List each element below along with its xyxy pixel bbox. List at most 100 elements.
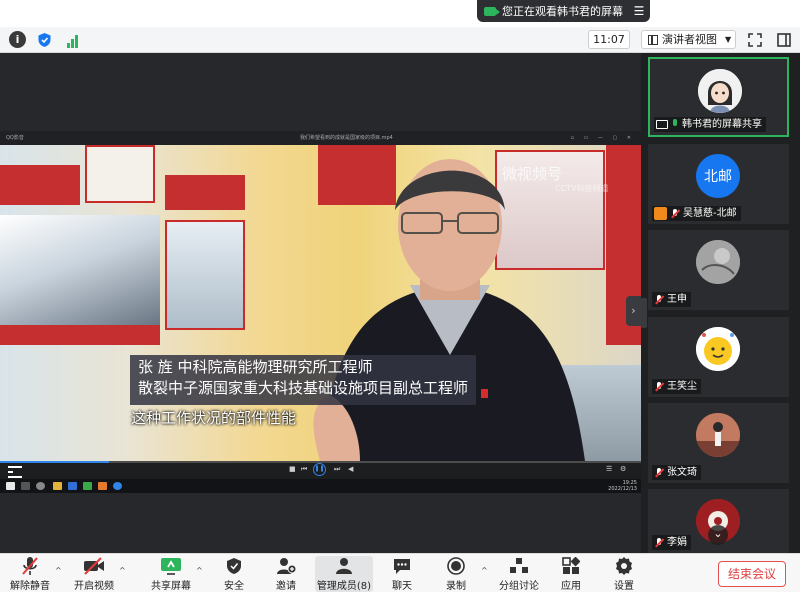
mic-muted-icon <box>654 467 664 479</box>
fullscreen-icon[interactable] <box>746 31 763 48</box>
camera-icon <box>484 6 500 16</box>
manage-members-button[interactable]: 管理成员(8) <box>315 556 373 592</box>
user-badge-icon <box>654 207 667 220</box>
participant-label: 李娟 <box>652 535 691 550</box>
invite-button[interactable]: 邀请 <box>270 556 302 592</box>
previous-icon[interactable]: ⏮ <box>301 465 307 474</box>
system-clock: 19:25 2022/12/13 <box>608 480 637 492</box>
unmute-button[interactable]: 解除静音 <box>8 556 52 592</box>
mic-muted-icon <box>654 294 664 306</box>
chevron-up-icon[interactable]: ^ <box>481 566 488 575</box>
avatar <box>698 69 742 113</box>
mic-muted-icon <box>670 208 680 220</box>
channel-watermark: 微视频号 <box>502 165 563 183</box>
pause-icon[interactable]: ❚❚ <box>313 463 326 476</box>
meeting-time: 11:07 <box>588 30 630 49</box>
channel-watermark-sub: CCTV科技频道 <box>555 184 609 193</box>
video-off-icon <box>83 556 105 576</box>
clock-date: 2022/12/13 <box>608 486 637 492</box>
stop-icon[interactable]: ■ <box>289 465 296 473</box>
mountain-poster <box>0 215 160 325</box>
start-video-label: 开启视频 <box>74 581 114 592</box>
next-icon[interactable]: ⏭ <box>334 465 340 474</box>
playlist-icon[interactable]: ☰ <box>606 465 612 473</box>
search-icon[interactable] <box>21 482 30 490</box>
shield-icon[interactable] <box>36 31 53 48</box>
video-frame: 张 旌 中科院高能物理研究所工程师 散裂中子源国家重大科技基础设施项目副总工程师… <box>0 145 641 461</box>
record-button[interactable]: 录制 <box>440 556 472 592</box>
playback-progress-fill <box>0 461 109 463</box>
start-video-button[interactable]: 开启视频 <box>72 556 116 592</box>
microphone-icon <box>671 119 679 130</box>
app-icon[interactable] <box>68 482 77 490</box>
player-file-name: 我们希望看到的成就是国家级的项目.mp4 <box>300 135 393 141</box>
avatar <box>696 240 740 284</box>
chat-button[interactable]: 聊天 <box>386 556 418 592</box>
record-icon <box>445 556 467 576</box>
participant-tile[interactable]: ⌄ 李娟 <box>648 489 789 553</box>
share-screen-icon <box>160 556 182 576</box>
participant-label: 王笑尘 <box>652 379 701 394</box>
security-button[interactable]: 安全 <box>218 556 250 592</box>
task-view-icon[interactable] <box>36 482 45 490</box>
share-banner-text: 您正在观看韩书君的屏幕 <box>502 5 623 18</box>
wechat-icon[interactable] <box>83 482 92 490</box>
participant-label: 张文琦 <box>652 465 701 480</box>
info-icon[interactable]: i <box>9 31 26 48</box>
caption-name-title: 张 旌 中科院高能物理研究所工程师 <box>138 358 373 376</box>
top-strip <box>0 0 800 27</box>
manage-members-label: 管理成员(8) <box>316 581 372 592</box>
participant-name: 韩书君的屏幕共享 <box>682 119 762 130</box>
chevron-up-icon[interactable]: ^ <box>119 566 126 575</box>
settings-button[interactable]: 设置 <box>608 556 640 592</box>
remote-taskbar: 19:25 2022/12/13 <box>0 479 641 493</box>
video-subtitle: 这种工作状况的部件性能 <box>131 409 297 427</box>
folder-icon[interactable] <box>53 482 62 490</box>
player-window-controls[interactable]: ▫ ▭ — ▢ ✕ <box>571 131 635 145</box>
gear-icon <box>613 556 635 576</box>
avatar: 北邮 <box>696 154 740 198</box>
participant-tile-sharer[interactable]: 韩书君的屏幕共享 <box>648 57 789 137</box>
participant-tile[interactable]: 北邮 吴慧慈-北邮 <box>648 144 789 224</box>
breakout-button[interactable]: 分组讨论 <box>497 556 541 592</box>
menu-icon[interactable]: ☰ <box>628 4 650 18</box>
avatar <box>696 327 740 371</box>
side-panel-icon[interactable] <box>775 31 792 48</box>
meeting-toolbar: i 11:07 演讲者视图 ▼ <box>0 27 800 53</box>
exhibit-panel <box>165 220 245 330</box>
participant-label: 王申 <box>652 292 691 307</box>
view-mode-dropdown[interactable]: 演讲者视图 ▼ <box>641 30 736 49</box>
screen-share-banner[interactable]: 您正在观看韩书君的屏幕 ☰ <box>477 0 650 22</box>
view-mode-label: 演讲者视图 <box>662 33 717 46</box>
participant-name: 王笑尘 <box>667 381 697 392</box>
volume-icon[interactable]: ◀ <box>348 465 353 473</box>
share-screen-button[interactable]: 共享屏幕 <box>149 556 193 592</box>
members-icon <box>333 556 355 576</box>
apps-button[interactable]: 应用 <box>554 556 588 592</box>
chevron-right-icon[interactable]: › <box>626 296 641 326</box>
participant-label: 韩书君的屏幕共享 <box>654 117 766 132</box>
chevron-down-icon: ▼ <box>725 35 732 44</box>
participant-tile[interactable]: 王申 <box>648 230 789 310</box>
chevron-down-icon[interactable]: ⌄ <box>708 525 728 545</box>
app-icon[interactable] <box>98 482 107 490</box>
participant-name: 吴慧慈-北邮 <box>683 208 737 219</box>
apps-label: 应用 <box>561 581 581 592</box>
screen-share-icon <box>656 120 668 129</box>
security-label: 安全 <box>224 581 244 592</box>
participant-tile[interactable]: 张文琦 <box>648 403 789 483</box>
windows-start-icon[interactable] <box>6 482 15 490</box>
avatar <box>696 413 740 457</box>
chat-icon <box>391 556 413 576</box>
end-meeting-button[interactable]: 结束会议 <box>718 561 786 587</box>
gallery-scrollbar[interactable] <box>641 298 647 328</box>
chevron-up-icon[interactable]: ^ <box>196 566 203 575</box>
mic-muted-icon <box>19 556 41 576</box>
player-controls: ■ ⏮ ❚❚ ⏭ ◀ ☰ ⚙ <box>0 461 641 479</box>
chevron-up-icon[interactable]: ^ <box>55 566 62 575</box>
signal-icon[interactable] <box>64 31 81 48</box>
participant-tile[interactable]: 王笑尘 <box>648 317 789 397</box>
settings-small-icon[interactable]: ⚙ <box>620 465 626 473</box>
player-app-name: QQ影音 <box>6 135 24 141</box>
player-app-icon[interactable] <box>113 482 122 490</box>
